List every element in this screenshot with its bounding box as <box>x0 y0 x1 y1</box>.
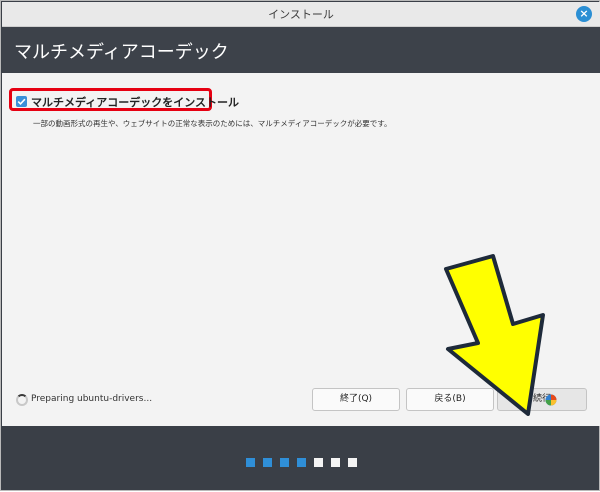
window-title: インストール <box>268 8 334 21</box>
progress-dot <box>348 458 357 467</box>
yellow-arrow-icon <box>444 254 545 416</box>
progress-dot <box>280 458 289 467</box>
close-icon[interactable]: × <box>576 6 592 22</box>
title-bar: インストール × <box>2 2 600 27</box>
install-codecs-label: マルチメディアコーデックをインストール <box>31 96 240 109</box>
page-header: マルチメディアコーデック <box>2 27 600 73</box>
progress-dot <box>314 458 323 467</box>
quit-button[interactable]: 終了(Q) <box>312 388 400 411</box>
installer-window: インストール × マルチメディアコーデック マルチメディアコーデックをインストー… <box>0 0 600 491</box>
progress-dots <box>1 426 600 492</box>
spinner-icon <box>16 394 28 406</box>
page-title: マルチメディアコーデック <box>14 42 229 63</box>
install-codecs-checkbox[interactable] <box>16 96 27 107</box>
progress-dot <box>263 458 272 467</box>
codec-description: 一部の動画形式の再生や、ウェブサイトの正常な表示のためには、マルチメディアコーデ… <box>33 119 392 128</box>
progress-dot <box>297 458 306 467</box>
progress-dot <box>246 458 255 467</box>
progress-dot <box>331 458 340 467</box>
status-text: Preparing ubuntu-drivers... <box>31 394 153 404</box>
checkmark-icon <box>17 98 26 106</box>
